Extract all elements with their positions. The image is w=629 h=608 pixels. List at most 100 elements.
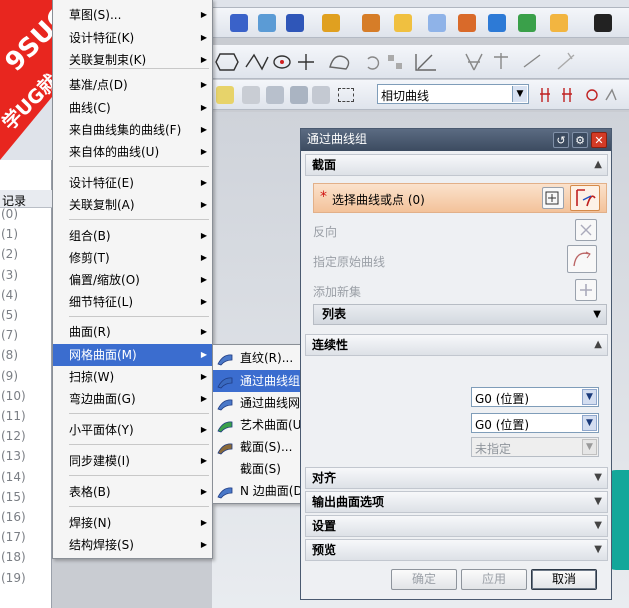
navigator-row[interactable]: (8) xyxy=(0,348,52,366)
reset-icon[interactable]: ↺ xyxy=(553,132,569,148)
cancel-button[interactable]: 取消 xyxy=(531,569,597,590)
menu-item[interactable]: 弯边曲面(G) ▶ xyxy=(53,388,212,410)
menu-item[interactable]: 扫掠(W) ▶ xyxy=(53,366,212,388)
menu-item[interactable]: 来自体的曲线(U) ▶ xyxy=(53,141,212,163)
ok-button[interactable]: 确定 xyxy=(391,569,457,590)
navigator-row[interactable]: (5) xyxy=(0,308,52,326)
pattern-icon[interactable] xyxy=(488,14,506,32)
navigator-row[interactable]: (15) xyxy=(0,490,52,508)
menu-item[interactable]: 设计特征(K) ▶ xyxy=(53,27,212,49)
chevron-down-icon[interactable]: ▼ xyxy=(582,415,597,431)
menu-item[interactable]: 焊接(N) ▶ xyxy=(53,512,212,534)
polygon-icon xyxy=(215,53,239,71)
navigator-row[interactable]: (11) xyxy=(0,409,52,427)
menu-item[interactable]: 结构焊接(S) ▶ xyxy=(53,534,212,556)
pipe-tool-icon[interactable] xyxy=(258,14,276,32)
menu-item-label: 表格(B) xyxy=(69,485,111,499)
curve-rule-select[interactable]: 相切曲线 ▼ xyxy=(377,84,529,104)
flow-direction-select[interactable]: 未指定 ▼ xyxy=(471,437,599,457)
continuity-section-header[interactable]: 连续性 ▲ xyxy=(305,334,608,356)
navigator-row[interactable]: (2) xyxy=(0,247,52,265)
curve-rule-icon[interactable] xyxy=(542,187,564,209)
menu-item[interactable]: 偏置/缩放(O) ▶ xyxy=(53,269,212,291)
navigator-row[interactable]: (0) xyxy=(0,207,52,225)
add-set-icon[interactable] xyxy=(575,279,597,301)
chevron-down-icon[interactable]: ▼ xyxy=(593,305,601,324)
gear-icon[interactable]: ⚙ xyxy=(572,132,588,148)
navigator-row[interactable]: (12) xyxy=(0,429,52,447)
list-header[interactable]: 列表 ▼ xyxy=(313,304,607,325)
last-section-continuity-select[interactable]: G0 (位置) ▼ xyxy=(471,413,599,433)
menu-item[interactable]: 细节特征(L) ▶ xyxy=(53,291,212,313)
offset-face-icon[interactable] xyxy=(362,14,380,32)
navigator-row[interactable]: (1) xyxy=(0,227,52,245)
menu-item[interactable]: 小平面体(Y) ▶ xyxy=(53,419,212,441)
menu-item[interactable]: 草图(S)... ▶ xyxy=(53,4,212,26)
component-filter-icon[interactable] xyxy=(290,86,308,104)
first-section-continuity-select[interactable]: G0 (位置) ▼ xyxy=(471,387,599,407)
section-title: 截面 xyxy=(312,158,337,172)
menu-item[interactable]: 表格(B) ▶ xyxy=(53,481,212,503)
mirror-icon[interactable] xyxy=(458,14,476,32)
continuity-title: 连续性 xyxy=(312,338,349,352)
type-filter-icon[interactable] xyxy=(266,86,284,104)
menu-item[interactable]: 同步建模(I) ▶ xyxy=(53,450,212,472)
sketch-tool-icon[interactable] xyxy=(230,14,248,32)
navigator-row[interactable]: (18) xyxy=(0,550,52,568)
menu-item[interactable]: 基准/点(D) ▶ xyxy=(53,74,212,96)
section-header[interactable]: 截面 ▲ xyxy=(305,154,608,176)
navigator-row[interactable]: (3) xyxy=(0,268,52,286)
chevron-down-icon[interactable]: ▼ xyxy=(594,540,602,560)
navigator-row[interactable]: (9) xyxy=(0,369,52,387)
rectangle-select-icon[interactable] xyxy=(338,88,354,102)
through-curves-icon xyxy=(217,374,233,389)
dialog-title-bar[interactable]: 通过曲线组 ↺ ⚙ ✕ xyxy=(301,129,611,151)
stretch-curve-icon xyxy=(557,52,575,70)
cylinder-tool-icon[interactable] xyxy=(286,14,304,32)
navigator-row[interactable]: (7) xyxy=(0,328,52,346)
menu-item[interactable]: 曲线(C) ▶ xyxy=(53,97,212,119)
menu-item[interactable]: 组合(B) ▶ xyxy=(53,225,212,247)
snap-menu-icon[interactable] xyxy=(216,86,234,104)
navigator-row[interactable]: (19) xyxy=(0,571,52,589)
navigator-row[interactable]: (4) xyxy=(0,288,52,306)
eye-icon[interactable] xyxy=(594,14,612,32)
box-icon[interactable] xyxy=(550,14,568,32)
navigator-row[interactable]: (13) xyxy=(0,449,52,467)
point-icon[interactable] xyxy=(518,14,536,32)
menu-item[interactable]: 修剪(T) ▶ xyxy=(53,247,212,269)
apply-button[interactable]: 应用 xyxy=(461,569,527,590)
select-curve-row[interactable]: * 选择曲线或点 (0) xyxy=(313,183,607,213)
navigator-row[interactable]: (17) xyxy=(0,530,52,548)
navigator-row[interactable]: (14) xyxy=(0,470,52,488)
menu-item[interactable]: 曲面(R) ▶ xyxy=(53,321,212,343)
chevron-down-icon[interactable]: ▼ xyxy=(594,492,602,512)
chevron-up-icon[interactable]: ▲ xyxy=(594,335,602,355)
shell-tool-icon[interactable] xyxy=(322,14,340,32)
origin-curve-icon[interactable] xyxy=(567,245,597,273)
body-filter-icon[interactable] xyxy=(312,86,330,104)
scale-body-icon[interactable] xyxy=(428,14,446,32)
reverse-direction-icon[interactable] xyxy=(575,219,597,241)
collapsed-section-header[interactable]: 对齐 ▼ xyxy=(305,467,608,489)
chevron-down-icon[interactable]: ▼ xyxy=(512,86,527,102)
thicken-icon[interactable] xyxy=(394,14,412,32)
collapsed-section-header[interactable]: 输出曲面选项 ▼ xyxy=(305,491,608,513)
menu-item-label: 组合(B) xyxy=(69,229,111,243)
chevron-down-icon[interactable]: ▼ xyxy=(582,389,597,405)
chevron-down-icon[interactable]: ▼ xyxy=(594,516,602,536)
close-icon[interactable]: ✕ xyxy=(591,132,607,148)
menu-item[interactable]: 设计特征(E) ▶ xyxy=(53,172,212,194)
select-filter-icon[interactable] xyxy=(242,86,260,104)
menu-item[interactable]: 网格曲面(M) ▶ xyxy=(53,344,212,366)
chevron-down-icon[interactable]: ▼ xyxy=(594,468,602,488)
menu-item[interactable]: 关联复制(A) ▶ xyxy=(53,194,212,216)
collapsed-section-header[interactable]: 预览 ▼ xyxy=(305,539,608,561)
navigator-row[interactable]: (10) xyxy=(0,389,52,407)
menu-item[interactable]: 来自曲线集的曲线(F) ▶ xyxy=(53,119,212,141)
chevron-up-icon[interactable]: ▲ xyxy=(594,155,602,175)
collapsed-section-header[interactable]: 设置 ▼ xyxy=(305,515,608,537)
navigator-row[interactable]: (16) xyxy=(0,510,52,528)
select-curve-icon[interactable] xyxy=(570,185,600,211)
chevron-down-icon[interactable]: ▼ xyxy=(582,439,597,455)
